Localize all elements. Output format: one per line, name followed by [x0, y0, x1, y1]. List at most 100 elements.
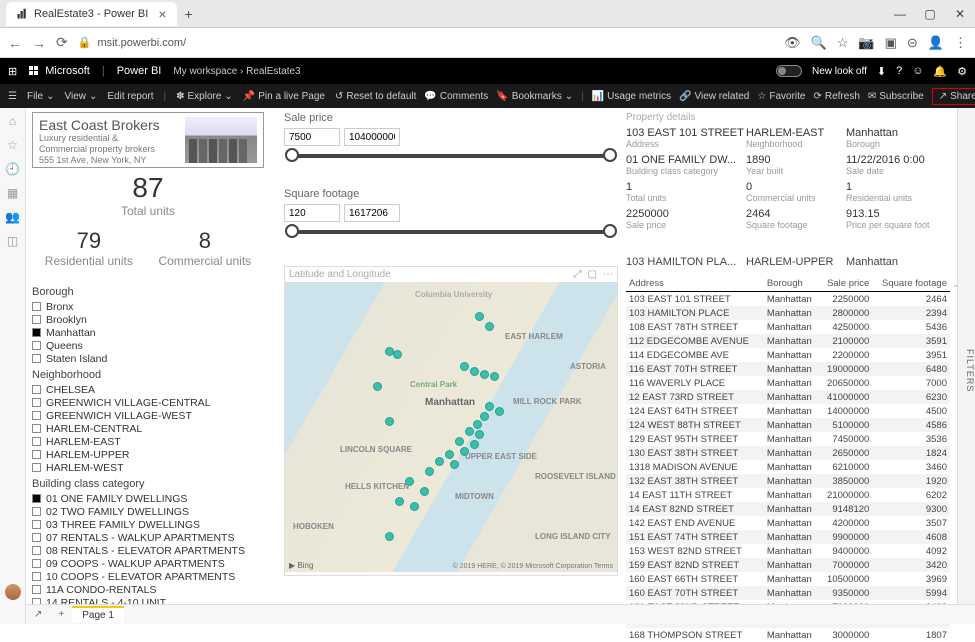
- browser-tab[interactable]: RealEstate3 - Power BI ×: [6, 2, 177, 26]
- checkbox[interactable]: [32, 572, 41, 581]
- app-launcher-icon[interactable]: ⊞: [8, 65, 17, 78]
- table-row[interactable]: 103 HAMILTON PLACEManhattan28000002394: [626, 306, 950, 320]
- close-icon[interactable]: ×: [158, 6, 166, 22]
- sqft-slider-track[interactable]: [292, 230, 610, 234]
- address-bar[interactable]: 🔒 msit.powerbi.com/: [78, 36, 774, 49]
- more-icon[interactable]: ⋯: [603, 269, 613, 280]
- usage-metrics-button[interactable]: 📊 Usage metrics: [592, 91, 671, 102]
- class-option[interactable]: 08 RENTALS - ELEVATOR APARTMENTS: [32, 544, 276, 557]
- checkbox[interactable]: [32, 494, 41, 503]
- checkbox[interactable]: [32, 533, 41, 542]
- checkbox[interactable]: [32, 398, 41, 407]
- menu-icon[interactable]: ⋮: [954, 35, 967, 51]
- favorites-icon[interactable]: ☆: [7, 138, 18, 152]
- table-row[interactable]: 142 EAST END AVENUEManhattan42000003507: [626, 516, 950, 530]
- apps-icon[interactable]: ▦: [7, 186, 18, 200]
- sale-slider-track[interactable]: [292, 154, 610, 158]
- neighborhood-option[interactable]: CHELSEA: [32, 383, 276, 396]
- star-icon[interactable]: ☆: [837, 35, 849, 51]
- breadcrumb-workspace[interactable]: My workspace: [173, 66, 237, 77]
- shield-icon[interactable]: ⊝: [907, 35, 918, 51]
- checkbox[interactable]: [32, 424, 41, 433]
- drill-icon[interactable]: ⤢: [574, 269, 582, 280]
- class-option[interactable]: 11A CONDO-RENTALS: [32, 583, 276, 596]
- table-row[interactable]: 1318 MADISON AVENUEManhattan62100003460: [626, 460, 950, 474]
- table-row[interactable]: 116 WAVERLY PLACEManhattan206500007000: [626, 376, 950, 390]
- sqft-slider-thumb-max[interactable]: [603, 224, 617, 238]
- checkbox[interactable]: [32, 559, 41, 568]
- class-option[interactable]: 02 TWO FAMILY DWELLINGS: [32, 505, 276, 518]
- checkbox[interactable]: [32, 385, 41, 394]
- checkbox[interactable]: [32, 302, 41, 311]
- edit-report-button[interactable]: Edit report: [107, 91, 153, 102]
- neighborhood-option[interactable]: HARLEM-EAST: [32, 435, 276, 448]
- reset-button[interactable]: ↺ Reset to default: [335, 91, 416, 102]
- subscribe-button[interactable]: ✉ Subscribe: [868, 91, 924, 102]
- scroll-up-icon[interactable]: ⌃: [952, 284, 960, 295]
- share-button[interactable]: ↗ Share: [932, 88, 975, 105]
- add-page-icon[interactable]: +: [50, 609, 72, 620]
- bookmarks-menu[interactable]: 🔖 Bookmarks ⌄: [496, 91, 573, 102]
- class-option[interactable]: 01 ONE FAMILY DWELLINGS: [32, 492, 276, 505]
- nav-toggle-icon[interactable]: ☰: [8, 91, 17, 102]
- sqft-slider-thumb-min[interactable]: [285, 224, 299, 238]
- checkbox[interactable]: [32, 411, 41, 420]
- workspaces-icon[interactable]: ◫: [7, 234, 18, 248]
- download-icon[interactable]: ⬇: [877, 65, 886, 78]
- focus-icon[interactable]: ▢: [588, 269, 597, 280]
- back-button[interactable]: ←: [8, 35, 22, 51]
- table-row[interactable]: 130 EAST 38TH STREETManhattan26500001824: [626, 446, 950, 460]
- class-option[interactable]: 07 RENTALS - WALKUP APARTMENTS: [32, 531, 276, 544]
- checkbox[interactable]: [32, 507, 41, 516]
- table-row[interactable]: 160 EAST 70TH STREETManhattan93500005994: [626, 586, 950, 600]
- profile-icon[interactable]: 👤: [928, 35, 944, 51]
- file-menu[interactable]: File ⌄: [27, 91, 55, 102]
- table-row[interactable]: 14 EAST 11TH STREETManhattan210000006202: [626, 488, 950, 502]
- comments-button[interactable]: 💬 Comments: [424, 91, 488, 102]
- table-row[interactable]: 14 EAST 82ND STREETManhattan91481209300: [626, 502, 950, 516]
- table-row[interactable]: 124 WEST 88TH STREETManhattan51000004586: [626, 418, 950, 432]
- table-row[interactable]: 168 THOMPSON STREETManhattan30000001807: [626, 628, 950, 642]
- sale-slider-thumb-max[interactable]: [603, 148, 617, 162]
- favorite-button[interactable]: ☆ Favorite: [757, 91, 805, 102]
- breadcrumb-report[interactable]: RealEstate3: [246, 66, 300, 77]
- home-icon[interactable]: ⌂: [9, 114, 16, 128]
- table-row[interactable]: 124 EAST 64TH STREETManhattan14000000450…: [626, 404, 950, 418]
- col-sqft[interactable]: Square footage: [872, 276, 950, 292]
- filters-pane-toggle[interactable]: FILTERS: [957, 108, 975, 624]
- close-button[interactable]: ✕: [945, 7, 975, 21]
- zoom-icon[interactable]: 🔍: [811, 35, 827, 51]
- new-look-toggle[interactable]: [776, 65, 802, 77]
- sale-max-input[interactable]: [344, 128, 400, 146]
- col-borough[interactable]: Borough: [764, 276, 820, 292]
- neighborhood-option[interactable]: HARLEM-CENTRAL: [32, 422, 276, 435]
- table-row[interactable]: 116 EAST 70TH STREETManhattan19000000648…: [626, 362, 950, 376]
- sale-slider-thumb-min[interactable]: [285, 148, 299, 162]
- class-option[interactable]: 09 COOPS - WALKUP APARTMENTS: [32, 557, 276, 570]
- view-menu[interactable]: View ⌄: [64, 91, 97, 102]
- checkbox[interactable]: [32, 341, 41, 350]
- sqft-max-input[interactable]: [344, 204, 400, 222]
- reload-button[interactable]: ⟳: [56, 34, 68, 51]
- neighborhood-option[interactable]: HARLEM-WEST: [32, 461, 276, 474]
- page-tab-1[interactable]: Page 1: [72, 606, 124, 623]
- refresh-button[interactable]: ⟳ Refresh: [813, 91, 859, 102]
- table-row[interactable]: 132 EAST 38TH STREETManhattan38500001920: [626, 474, 950, 488]
- checkbox[interactable]: [32, 354, 41, 363]
- borough-option[interactable]: Bronx: [32, 300, 276, 313]
- app-icon[interactable]: ▣: [885, 35, 897, 51]
- table-row[interactable]: 114 EDGECOMBE AVEManhattan22000003951: [626, 348, 950, 362]
- camera-icon[interactable]: 📷: [858, 35, 874, 51]
- forward-button[interactable]: →: [32, 35, 46, 51]
- view-related-button[interactable]: 🔗 View related: [679, 91, 749, 102]
- checkbox[interactable]: [32, 546, 41, 555]
- feedback-icon[interactable]: ☺: [912, 65, 923, 77]
- recent-icon[interactable]: 🕘: [5, 162, 20, 176]
- borough-option[interactable]: Queens: [32, 339, 276, 352]
- explore-menu[interactable]: ✽ Explore ⌄: [176, 91, 233, 102]
- checkbox[interactable]: [32, 328, 41, 337]
- borough-option[interactable]: Manhattan: [32, 326, 276, 339]
- sale-min-input[interactable]: [284, 128, 340, 146]
- table-row[interactable]: 159 EAST 82ND STREETManhattan70000003420: [626, 558, 950, 572]
- table-row[interactable]: 153 WEST 82ND STREETManhattan94000004092: [626, 544, 950, 558]
